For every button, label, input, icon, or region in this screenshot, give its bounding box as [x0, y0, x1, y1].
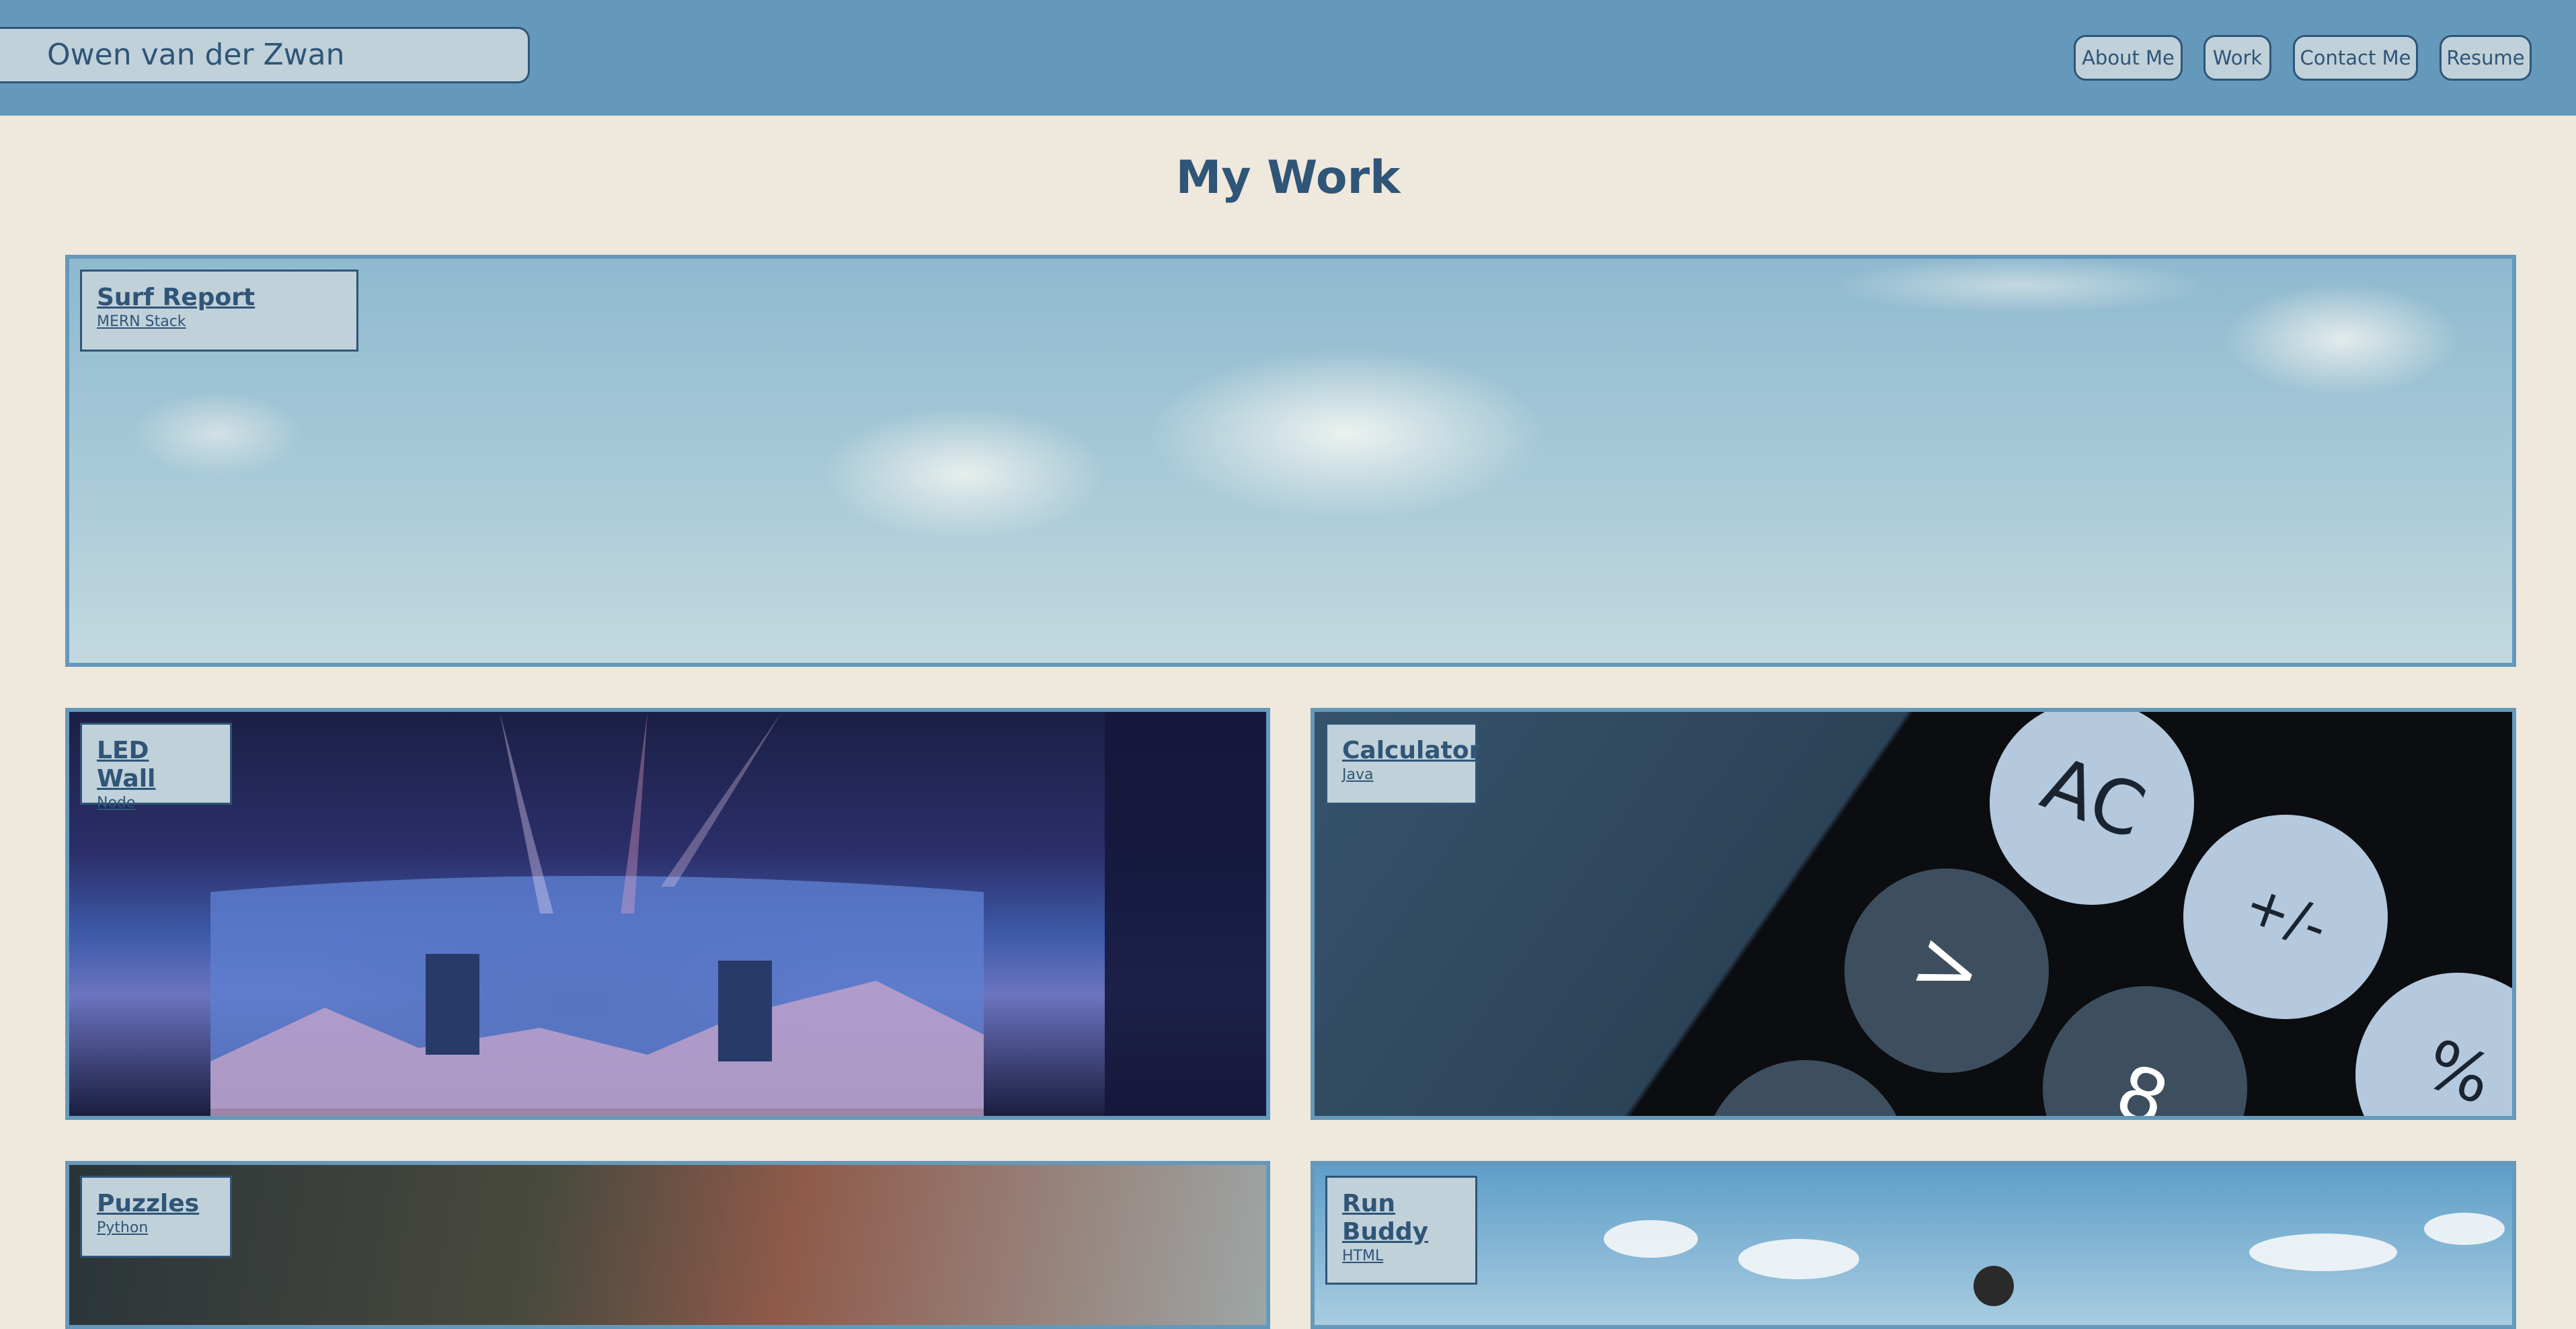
- project-tech-link[interactable]: Python: [97, 1218, 215, 1238]
- project-tech-link[interactable]: Node: [97, 793, 215, 813]
- project-label: Calculator Java: [1325, 723, 1481, 805]
- project-title-link[interactable]: LED Wall: [97, 737, 215, 793]
- project-title-link[interactable]: Puzzles: [97, 1190, 215, 1218]
- project-label: Run Buddy HTML: [1325, 1176, 1477, 1285]
- project-card-puzzles[interactable]: Puzzles Python: [65, 1161, 1270, 1329]
- project-tech-link[interactable]: HTML: [1342, 1246, 1460, 1266]
- project-title-link[interactable]: Calculator: [1342, 737, 1481, 765]
- nav-contact-me-button[interactable]: Contact Me: [2293, 35, 2418, 81]
- nav-about-me-button[interactable]: About Me: [2074, 35, 2183, 81]
- sky-runner-image: [1604, 1213, 2505, 1306]
- project-card-run-buddy[interactable]: Run Buddy HTML: [1311, 1161, 2516, 1329]
- nav-work-button[interactable]: Work: [2203, 35, 2271, 81]
- site-header: Owen van der Zwan About Me Work Contact …: [0, 0, 2576, 116]
- project-label: LED Wall Node: [80, 723, 232, 811]
- page-title: My Work: [1175, 151, 1401, 204]
- stage-image: [210, 712, 1266, 1116]
- calculator-image: AC +/- > 8 %: [1714, 712, 2512, 1116]
- project-title-link[interactable]: Run Buddy: [1342, 1190, 1428, 1246]
- project-label: Puzzles Python: [80, 1176, 232, 1258]
- nav-resume-button[interactable]: Resume: [2440, 35, 2532, 81]
- site-brand[interactable]: Owen van der Zwan: [0, 27, 530, 83]
- project-label: Surf Report MERN Stack: [80, 270, 358, 352]
- project-tech-link[interactable]: MERN Stack: [97, 312, 342, 332]
- project-card-led-wall[interactable]: LED Wall Node: [65, 708, 1270, 1120]
- project-card-calculator[interactable]: AC +/- > 8 % Calculator Java: [1311, 708, 2516, 1120]
- project-title-link[interactable]: Surf Report: [97, 284, 342, 312]
- project-card-surf-report[interactable]: Surf Report MERN Stack: [65, 255, 2516, 667]
- project-tech-link[interactable]: Java: [1342, 765, 1460, 785]
